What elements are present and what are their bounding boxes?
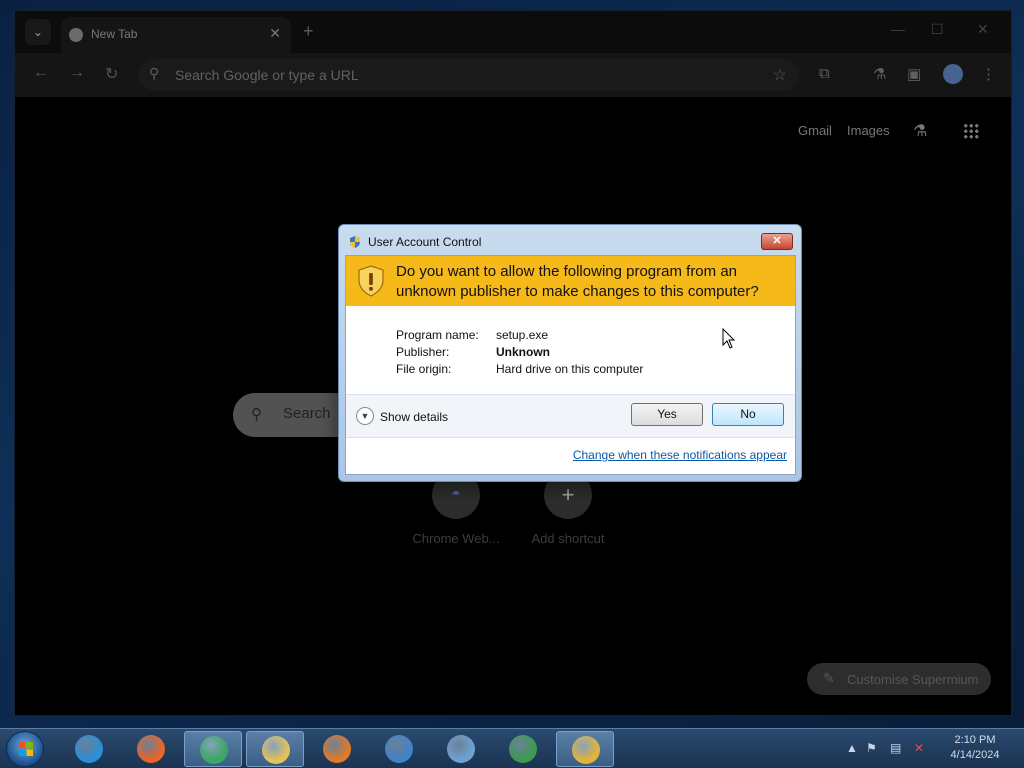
warning-shield-icon: [358, 265, 384, 297]
taskbar: ▲ ⚑ ▤ ✕ 2:10 PM 4/14/2024: [0, 728, 1024, 768]
info-label: File origin:: [396, 362, 452, 376]
mouse-cursor-icon: [722, 328, 736, 349]
clock-time: 2:10 PM: [954, 734, 996, 746]
action-center-flag-icon[interactable]: ⚑: [866, 741, 877, 755]
taskbar-media-player-button[interactable]: [308, 731, 366, 767]
chrome-icon: [200, 736, 228, 764]
info-value: setup.exe: [496, 328, 549, 342]
clock-date: 4/14/2024: [950, 749, 1000, 761]
network-icon: [509, 735, 537, 763]
uac-warning-banner: Do you want to allow the following progr…: [346, 256, 795, 306]
taskbar-control-panel-button[interactable]: [432, 731, 490, 767]
show-details-link[interactable]: Show details: [380, 410, 448, 424]
file-explorer-icon: [262, 736, 290, 764]
windows-icon: [385, 735, 413, 763]
uac-title: User Account Control: [368, 235, 482, 249]
info-row-file-origin: File origin: Hard drive on this computer: [396, 362, 643, 379]
start-button[interactable]: [6, 731, 44, 767]
taskbar-firefox-button[interactable]: [122, 731, 180, 767]
chevron-down-icon[interactable]: ▼: [356, 407, 374, 425]
info-row-publisher: Publisher: Unknown: [396, 345, 643, 362]
uac-shield-title-icon: [350, 236, 360, 248]
media-player-icon: [323, 735, 351, 763]
volume-muted-icon[interactable]: ✕: [914, 741, 924, 755]
uac-question: Do you want to allow the following progr…: [396, 263, 759, 300]
uac-body: Do you want to allow the following progr…: [345, 255, 796, 475]
uac-dialog: User Account Control ✕ Do you want to al…: [338, 224, 802, 482]
firefox-icon: [137, 735, 165, 763]
info-value: Hard drive on this computer: [496, 362, 644, 376]
uac-close-button[interactable]: ✕: [761, 233, 793, 250]
taskbar-internet-explorer-button[interactable]: [60, 731, 118, 767]
uac-shield-icon: [572, 736, 600, 764]
show-hidden-icons[interactable]: ▲: [846, 741, 858, 755]
internet-explorer-icon: [75, 735, 103, 763]
control-panel-icon: [447, 735, 475, 763]
uac-action-bar: ▼ Show details Yes No: [346, 394, 795, 438]
info-label: Program name:: [396, 328, 479, 342]
yes-button[interactable]: Yes: [631, 403, 703, 426]
network-tray-icon[interactable]: ▤: [890, 741, 901, 755]
no-button[interactable]: No: [712, 403, 784, 426]
info-label: Publisher:: [396, 345, 450, 359]
taskbar-network-button[interactable]: [494, 731, 552, 767]
change-notifications-link[interactable]: Change when these notifications appear: [573, 448, 787, 462]
system-clock[interactable]: 2:10 PM 4/14/2024: [940, 733, 1010, 763]
info-value: Unknown: [496, 345, 550, 359]
taskbar-windows-button[interactable]: [370, 731, 428, 767]
taskbar-chrome-button[interactable]: [184, 731, 242, 767]
windows-logo-icon: [19, 742, 33, 756]
taskbar-file-explorer-button[interactable]: [246, 731, 304, 767]
program-info: Program name: setup.exe Publisher: Unkno…: [396, 328, 643, 379]
info-row-program-name: Program name: setup.exe: [396, 328, 643, 345]
taskbar-uac-shield-button[interactable]: [556, 731, 614, 767]
